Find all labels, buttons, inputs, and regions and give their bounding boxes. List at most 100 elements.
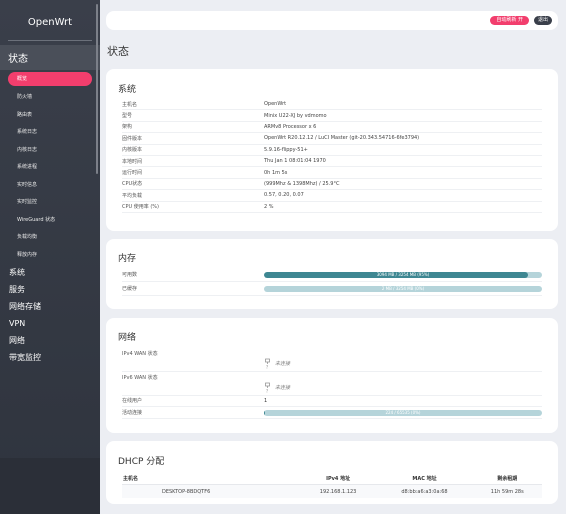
- connections-row: 活动连接 224 / 65535 (0%): [122, 407, 542, 419]
- system-info-table: 主机名 OpenWrt 型号 Minix U22-XJ by vdmomo 架构 AR…: [122, 99, 542, 213]
- memory-cached-bar: 2 MB / 3254 MB (0%): [264, 285, 542, 292]
- value-arch: ARMv8 Processor x 6: [264, 123, 317, 130]
- memory-card-title: 内存: [118, 254, 137, 264]
- brand-divider: [8, 40, 92, 41]
- sidebar-footer: [0, 458, 100, 514]
- logout-button[interactable]: 退出: [533, 16, 552, 25]
- sidebar-scrollbar[interactable]: [96, 4, 98, 174]
- col-ipv4[interactable]: IPv4 地址: [299, 472, 377, 485]
- wan-disconnected-icon: ?: [265, 358, 270, 369]
- table-row: 本地时间 Thu Jan 1 08:01:04 1970: [122, 156, 542, 168]
- table-row: CPU 使用率 (%) 2 %: [122, 202, 542, 213]
- network-card: 网络 IPv4 WAN 状态 ? 未连接 IPv6 WAN 状态 ? 未连接 在…: [106, 318, 558, 433]
- connections-text: 224 / 65535 (0%): [385, 409, 421, 415]
- table-header-row: 主机名 IPv4 地址 MAC 地址 剩余租期: [122, 472, 542, 485]
- dhcp-mac: d8:bb:a6:a3:0a:68: [376, 484, 473, 498]
- sidebar-item-overview[interactable]: 概览: [8, 72, 92, 86]
- value-cpu-status: (999Mhz & 1398Mhz) / 25.9°C: [264, 180, 340, 187]
- col-mac[interactable]: MAC 地址: [376, 472, 473, 485]
- label-firmware: 固件版本: [122, 135, 143, 142]
- top-bar: 自动刷新 开 退出: [106, 11, 558, 30]
- active-users-label: 在线用户: [122, 398, 143, 404]
- svg-text:?: ?: [266, 388, 268, 393]
- sidebar-item-realtime-monitor[interactable]: 实时监控: [0, 194, 100, 212]
- label-local-time: 本地时间: [122, 158, 143, 165]
- sidebar-item-firewall[interactable]: 防火墙: [0, 89, 100, 107]
- dhcp-card-title: DHCP 分配: [118, 457, 165, 467]
- table-row: DESKTOP-8BDQTF6 192.168.1.123 d8:bb:a6:a…: [122, 484, 542, 498]
- memory-available-text: 3094 MB / 3254 MB (95%): [376, 271, 430, 277]
- value-local-time: Thu Jan 1 08:01:04 1970: [264, 158, 326, 165]
- table-row: CPU状态 (999Mhz & 1398Mhz) / 25.9°C: [122, 179, 542, 191]
- table-row: 固件版本 OpenWrt R20.12.12 / LuCI Master (git…: [122, 133, 542, 145]
- value-firmware: OpenWrt R20.12.12 / LuCI Master (git-20.…: [264, 135, 420, 142]
- value-kernel: 5.9.16-flippy-51+: [264, 146, 308, 153]
- ipv4-wan-status: 未连接: [275, 360, 291, 367]
- sidebar-item-realtime-info[interactable]: 实时信息: [0, 177, 100, 195]
- sidebar-item-free-memory[interactable]: 释放内存: [0, 247, 100, 265]
- sidebar-item-wireguard[interactable]: WireGuard 状态: [0, 212, 100, 230]
- col-hostname[interactable]: 主机名: [122, 472, 300, 485]
- value-load-average: 0.57, 0.20, 0.07: [264, 192, 304, 199]
- network-card-title: 网络: [118, 333, 137, 343]
- sidebar-item-routes[interactable]: 路由表: [0, 107, 100, 125]
- ipv6-wan-row: IPv6 WAN 状态 ? 未连接: [122, 371, 542, 396]
- ipv4-wan-row: IPv4 WAN 状态 ? 未连接: [122, 347, 542, 372]
- table-row: 平均负载 0.57, 0.20, 0.07: [122, 190, 542, 202]
- label-model: 型号: [122, 113, 133, 120]
- label-load-average: 平均负载: [122, 192, 143, 199]
- label-kernel: 内核版本: [122, 147, 143, 154]
- sidebar-item-syslog[interactable]: 系统日志: [0, 124, 100, 142]
- table-row: 型号 Minix U22-XJ by vdmomo: [122, 110, 542, 122]
- value-cpu-usage: 2 %: [264, 203, 274, 210]
- table-row: 主机名 OpenWrt: [122, 99, 542, 111]
- dhcp-table: 主机名 IPv4 地址 MAC 地址 剩余租期 DESKTOP-8BDQTF6 …: [122, 472, 542, 498]
- ipv6-wan-status: 未连接: [275, 384, 291, 391]
- sidebar-item-processes[interactable]: 系统进程: [0, 159, 100, 177]
- label-uptime: 运行时间: [122, 170, 143, 177]
- sidebar-cat-services[interactable]: 服务: [0, 281, 100, 298]
- autorefresh-button[interactable]: 自动刷新 开: [490, 16, 529, 25]
- sidebar-cat-network[interactable]: 网络: [0, 332, 100, 349]
- ipv6-wan-label: IPv6 WAN 状态: [122, 375, 158, 381]
- connections-bar: 224 / 65535 (0%): [264, 409, 542, 416]
- memory-row-available: 可用数 3094 MB / 3254 MB (95%): [122, 268, 542, 282]
- active-users-row: 在线用户 1: [122, 395, 542, 407]
- col-lease[interactable]: 剩余租期: [472, 472, 542, 485]
- sidebar-cat-system[interactable]: 系统: [0, 264, 100, 281]
- connections-label: 活动连接: [122, 410, 143, 416]
- sidebar-section-status[interactable]: 状态: [0, 45, 100, 70]
- value-uptime: 0h 1m 5s: [264, 169, 288, 176]
- sidebar-cat-vpn[interactable]: VPN: [0, 315, 100, 332]
- label-hostname: 主机名: [122, 101, 138, 108]
- label-cpu-status: CPU状态: [122, 181, 143, 188]
- table-row: 架构 ARMv8 Processor x 6: [122, 122, 542, 134]
- system-card-title: 系统: [118, 85, 137, 95]
- sidebar-item-kernel-log[interactable]: 内核日志: [0, 142, 100, 160]
- sidebar-cat-nas[interactable]: 网络存储: [0, 298, 100, 315]
- sidebar-cat-bandwidth[interactable]: 带宽监控: [0, 349, 100, 366]
- value-model: Minix U22-XJ by vdmomo: [264, 112, 327, 119]
- memory-available-label: 可用数: [122, 272, 138, 278]
- memory-row-cached: 已缓存 2 MB / 3254 MB (0%): [122, 282, 542, 296]
- wan-disconnected-icon: ?: [265, 382, 270, 393]
- memory-card: 内存 可用数 3094 MB / 3254 MB (95%) 已缓存 2 MB …: [106, 239, 558, 309]
- memory-cached-label: 已缓存: [122, 286, 138, 292]
- table-row: 内核版本 5.9.16-flippy-51+: [122, 145, 542, 156]
- svg-text:?: ?: [266, 364, 268, 369]
- memory-available-bar: 3094 MB / 3254 MB (95%): [264, 271, 542, 278]
- dhcp-card: DHCP 分配 主机名 IPv4 地址 MAC 地址 剩余租期 DESKTOP-…: [106, 441, 558, 504]
- dhcp-lease: 11h 59m 28s: [472, 484, 542, 498]
- value-hostname: OpenWrt: [264, 101, 287, 108]
- system-card: 系统 主机名 OpenWrt 型号 Minix U22-XJ by vdmomo 架…: [106, 69, 558, 231]
- memory-cached-text: 2 MB / 3254 MB (0%): [381, 285, 425, 291]
- active-users-value: 1: [264, 397, 268, 404]
- label-cpu-usage: CPU 使用率 (%): [122, 204, 159, 211]
- dhcp-hostname: DESKTOP-8BDQTF6: [122, 484, 300, 498]
- ipv4-wan-label: IPv4 WAN 状态: [122, 351, 158, 357]
- brand-logo[interactable]: OpenWrt: [0, 0, 100, 38]
- dhcp-ip: 192.168.1.123: [299, 484, 377, 498]
- page-title: 状态: [107, 45, 129, 58]
- table-row: 运行时间 0h 1m 5s: [122, 167, 542, 179]
- sidebar-item-load-balance[interactable]: 负载均衡: [0, 229, 100, 247]
